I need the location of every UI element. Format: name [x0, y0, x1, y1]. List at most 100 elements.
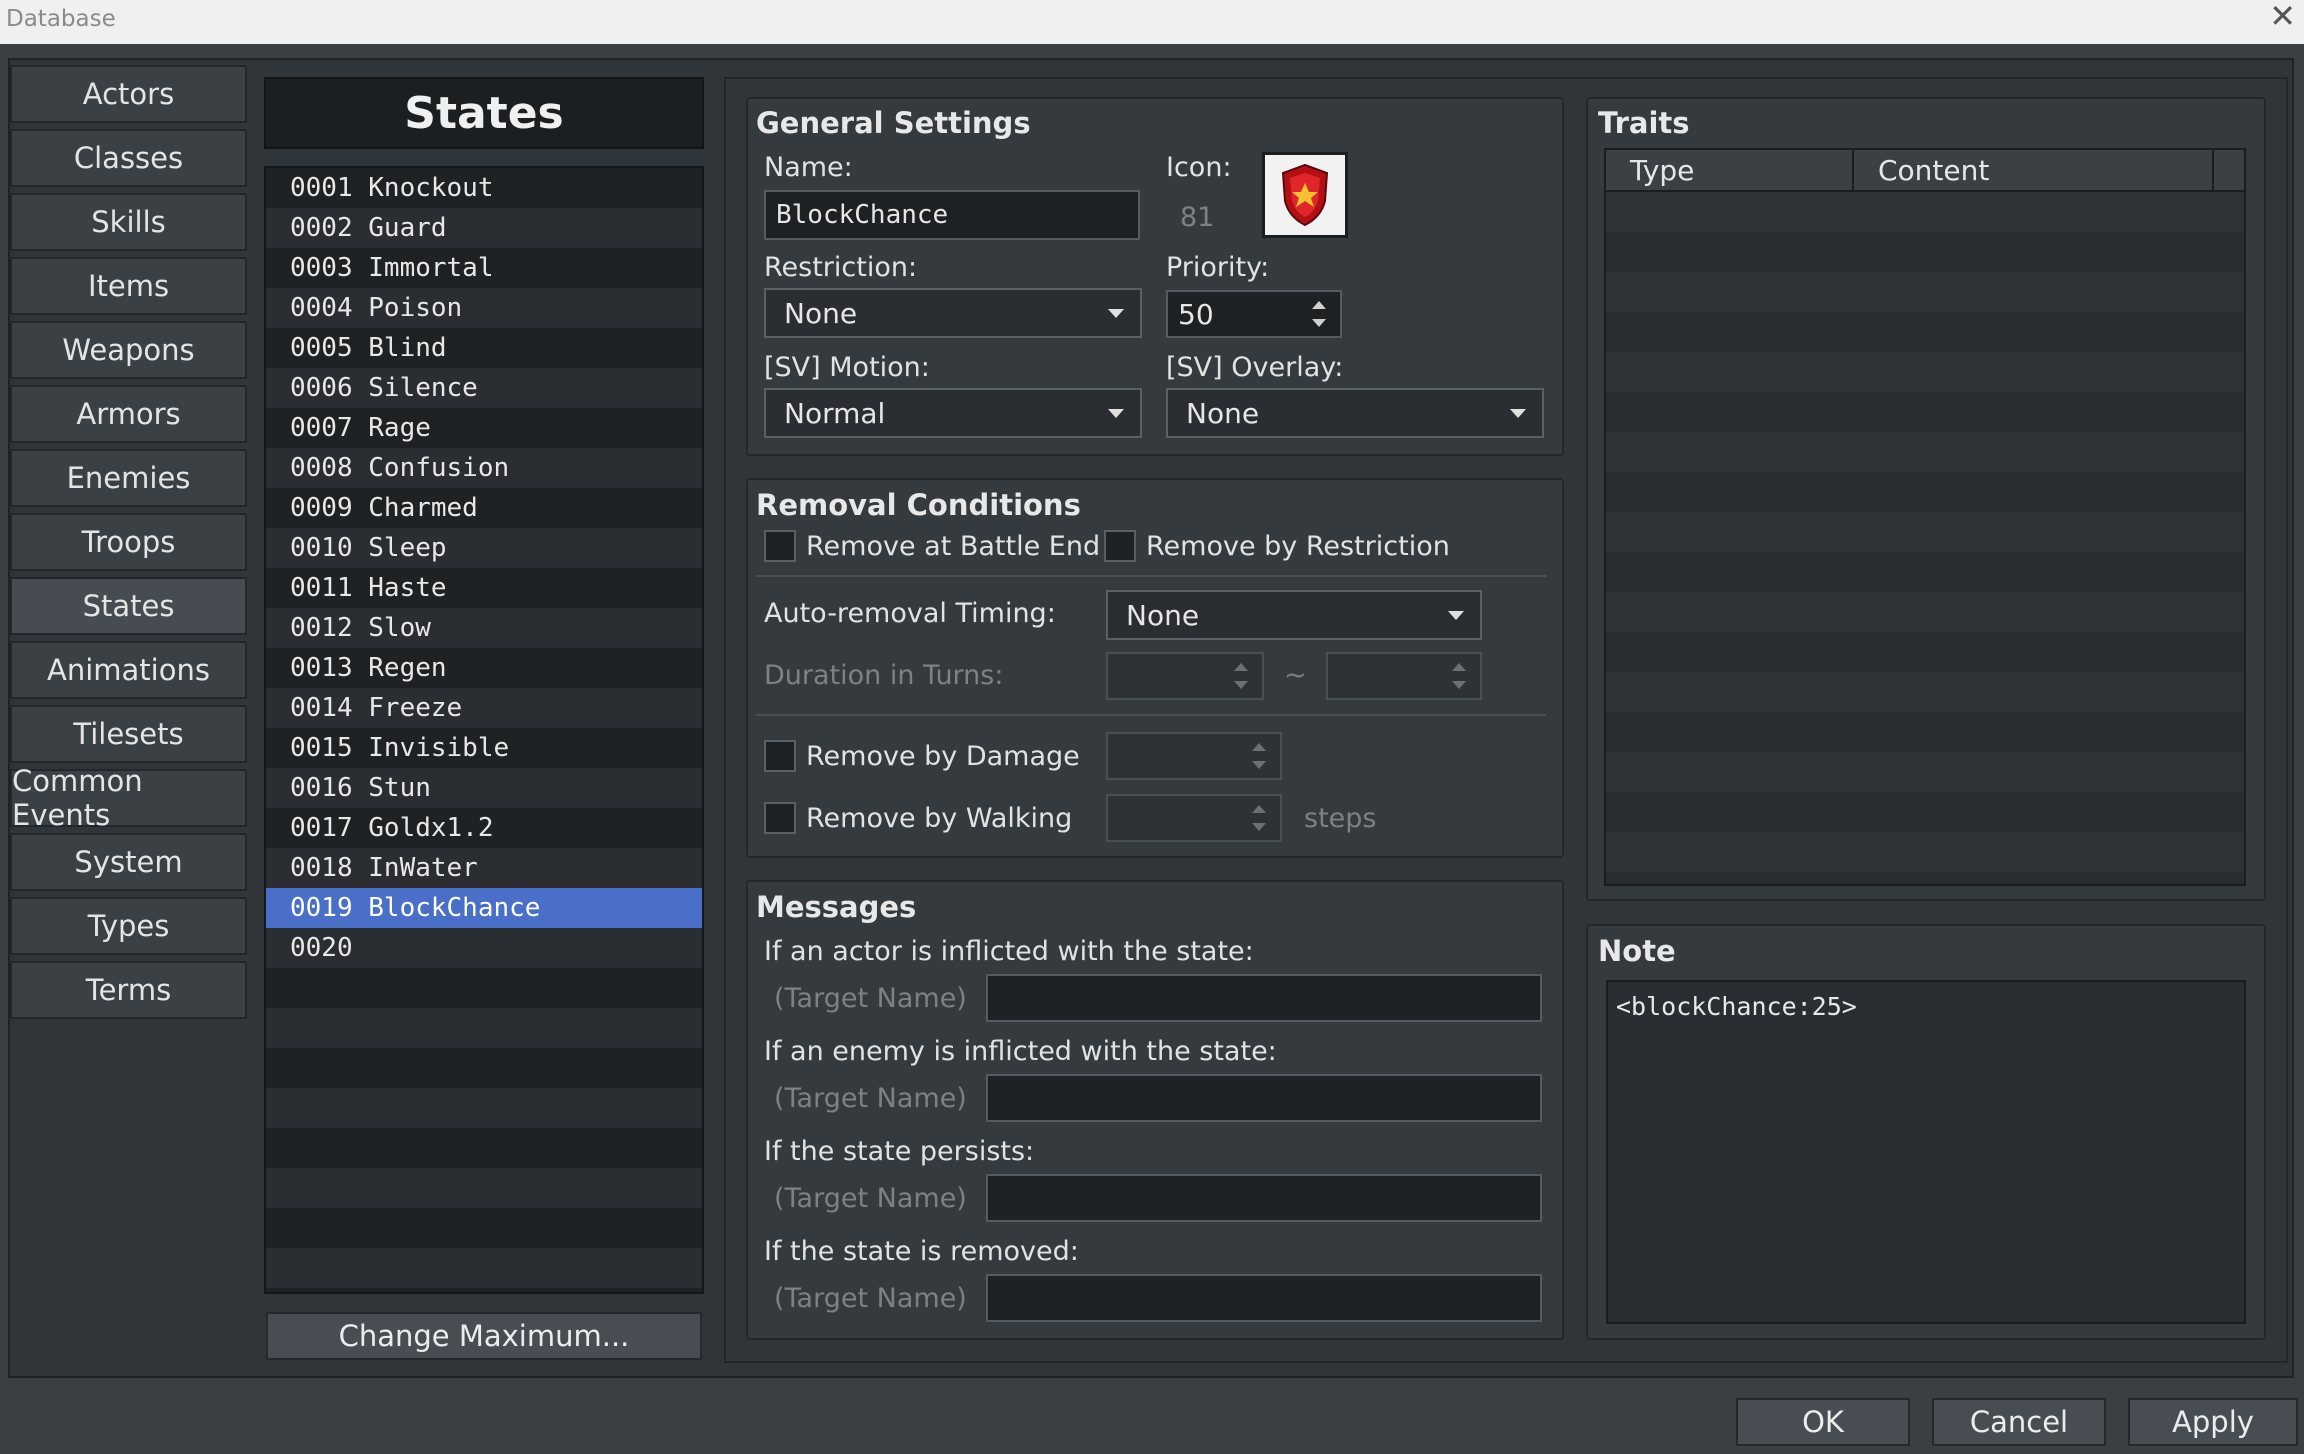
state-list-item[interactable]: 0020 — [266, 928, 702, 968]
category-tab-common-events[interactable]: Common Events — [10, 764, 247, 832]
cancel-button[interactable]: Cancel — [1932, 1398, 2106, 1446]
category-tab-skills[interactable]: Skills — [10, 193, 247, 251]
motion-dropdown[interactable]: Normal — [764, 388, 1142, 438]
state-list-empty-row[interactable] — [266, 968, 702, 1008]
traits-empty-row[interactable] — [1606, 312, 2244, 352]
state-list-item[interactable]: 0019 BlockChance — [266, 888, 702, 928]
state-list-empty-row[interactable] — [266, 1008, 702, 1048]
traits-empty-row[interactable] — [1606, 432, 2244, 472]
restriction-dropdown[interactable]: None — [764, 288, 1142, 338]
priority-stepper[interactable]: 50 — [1166, 290, 1342, 338]
category-tab-tilesets[interactable]: Tilesets — [10, 705, 247, 763]
traits-empty-row[interactable] — [1606, 232, 2244, 272]
change-maximum-button[interactable]: Change Maximum... — [266, 1312, 702, 1360]
close-icon[interactable]: ✕ — [2269, 0, 2296, 32]
traits-empty-row[interactable] — [1606, 392, 2244, 432]
state-list-empty-row[interactable] — [266, 1208, 702, 1248]
spin-up-icon[interactable] — [1252, 805, 1266, 813]
traits-table[interactable]: Type Content — [1604, 148, 2246, 886]
damage-stepper[interactable] — [1106, 732, 1282, 780]
category-tab-weapons[interactable]: Weapons — [10, 321, 247, 379]
traits-empty-row[interactable] — [1606, 872, 2244, 884]
traits-col-type[interactable]: Type — [1630, 154, 1694, 187]
traits-empty-row[interactable] — [1606, 552, 2244, 592]
state-list-item[interactable]: 0016 Stun — [266, 768, 702, 808]
ok-button[interactable]: OK — [1736, 1398, 1910, 1446]
timing-dropdown[interactable]: None — [1106, 590, 1482, 640]
icon-picker[interactable] — [1262, 152, 1348, 238]
state-list-item[interactable]: 0010 Sleep — [266, 528, 702, 568]
message-persist-input[interactable] — [986, 1174, 1542, 1222]
restriction-removal-checkbox[interactable] — [1104, 530, 1136, 562]
spin-down-icon[interactable] — [1252, 761, 1266, 769]
state-list-item[interactable]: 0015 Invisible — [266, 728, 702, 768]
spin-down-icon[interactable] — [1252, 823, 1266, 831]
duration-min-stepper[interactable] — [1106, 652, 1264, 700]
spin-up-icon[interactable] — [1234, 663, 1248, 671]
category-tab-classes[interactable]: Classes — [10, 129, 247, 187]
message-actor-input[interactable] — [986, 974, 1542, 1022]
state-list-item[interactable]: 0007 Rage — [266, 408, 702, 448]
category-tab-terms[interactable]: Terms — [10, 961, 247, 1019]
traits-empty-row[interactable] — [1606, 512, 2244, 552]
state-list-empty-row[interactable] — [266, 1248, 702, 1288]
spin-down-icon[interactable] — [1234, 681, 1248, 689]
duration-max-stepper[interactable] — [1326, 652, 1482, 700]
state-list-item[interactable]: 0017 Goldx1.2 — [266, 808, 702, 848]
category-tab-types[interactable]: Types — [10, 897, 247, 955]
apply-button[interactable]: Apply — [2128, 1398, 2298, 1446]
traits-empty-row[interactable] — [1606, 192, 2244, 232]
state-list-item[interactable]: 0011 Haste — [266, 568, 702, 608]
category-tab-troops[interactable]: Troops — [10, 513, 247, 571]
battle-end-checkbox[interactable] — [764, 530, 796, 562]
traits-empty-row[interactable] — [1606, 592, 2244, 632]
traits-empty-row[interactable] — [1606, 712, 2244, 752]
traits-empty-row[interactable] — [1606, 752, 2244, 792]
traits-empty-row[interactable] — [1606, 672, 2244, 712]
category-tab-states[interactable]: States — [10, 577, 247, 635]
message-enemy-input[interactable] — [986, 1074, 1542, 1122]
category-tab-animations[interactable]: Animations — [10, 641, 247, 699]
category-tab-items[interactable]: Items — [10, 257, 247, 315]
traits-empty-row[interactable] — [1606, 832, 2244, 872]
name-input[interactable]: BlockChance — [764, 190, 1140, 240]
message-removed-input[interactable] — [986, 1274, 1542, 1322]
state-list-item[interactable]: 0002 Guard — [266, 208, 702, 248]
category-tab-enemies[interactable]: Enemies — [10, 449, 247, 507]
walking-stepper[interactable] — [1106, 794, 1282, 842]
category-tab-armors[interactable]: Armors — [10, 385, 247, 443]
state-list-item[interactable]: 0004 Poison — [266, 288, 702, 328]
traits-empty-row[interactable] — [1606, 792, 2244, 832]
traits-col-content[interactable]: Content — [1878, 154, 1989, 187]
spin-down-icon[interactable] — [1452, 681, 1466, 689]
traits-empty-row[interactable] — [1606, 632, 2244, 672]
state-list-item[interactable]: 0001 Knockout — [266, 168, 702, 208]
spin-up-icon[interactable] — [1452, 663, 1466, 671]
spin-up-icon[interactable] — [1252, 743, 1266, 751]
traits-empty-row[interactable] — [1606, 472, 2244, 512]
state-list-item[interactable]: 0012 Slow — [266, 608, 702, 648]
state-list-item[interactable]: 0003 Immortal — [266, 248, 702, 288]
state-list[interactable]: 0001 Knockout 0002 Guard 0003 Immortal 0004… — [264, 166, 704, 1294]
spin-up-icon[interactable] — [1312, 301, 1326, 309]
state-list-item[interactable]: 0018 InWater — [266, 848, 702, 888]
state-list-item[interactable]: 0005 Blind — [266, 328, 702, 368]
spin-down-icon[interactable] — [1312, 319, 1326, 327]
state-list-empty-row[interactable] — [266, 1088, 702, 1128]
walking-checkbox[interactable] — [764, 802, 796, 834]
category-tab-actors[interactable]: Actors — [10, 65, 247, 123]
damage-checkbox[interactable] — [764, 740, 796, 772]
state-list-empty-row[interactable] — [266, 1168, 702, 1208]
state-list-empty-row[interactable] — [266, 1128, 702, 1168]
state-list-item[interactable]: 0014 Freeze — [266, 688, 702, 728]
state-list-item[interactable]: 0008 Confusion — [266, 448, 702, 488]
note-textarea[interactable]: <blockChance:25> — [1606, 980, 2246, 1324]
overlay-dropdown[interactable]: None — [1166, 388, 1544, 438]
state-list-item[interactable]: 0006 Silence — [266, 368, 702, 408]
state-list-item[interactable]: 0009 Charmed — [266, 488, 702, 528]
traits-empty-row[interactable] — [1606, 272, 2244, 312]
traits-empty-row[interactable] — [1606, 352, 2244, 392]
state-list-item[interactable]: 0013 Regen — [266, 648, 702, 688]
category-tab-system[interactable]: System — [10, 833, 247, 891]
state-list-empty-row[interactable] — [266, 1048, 702, 1088]
